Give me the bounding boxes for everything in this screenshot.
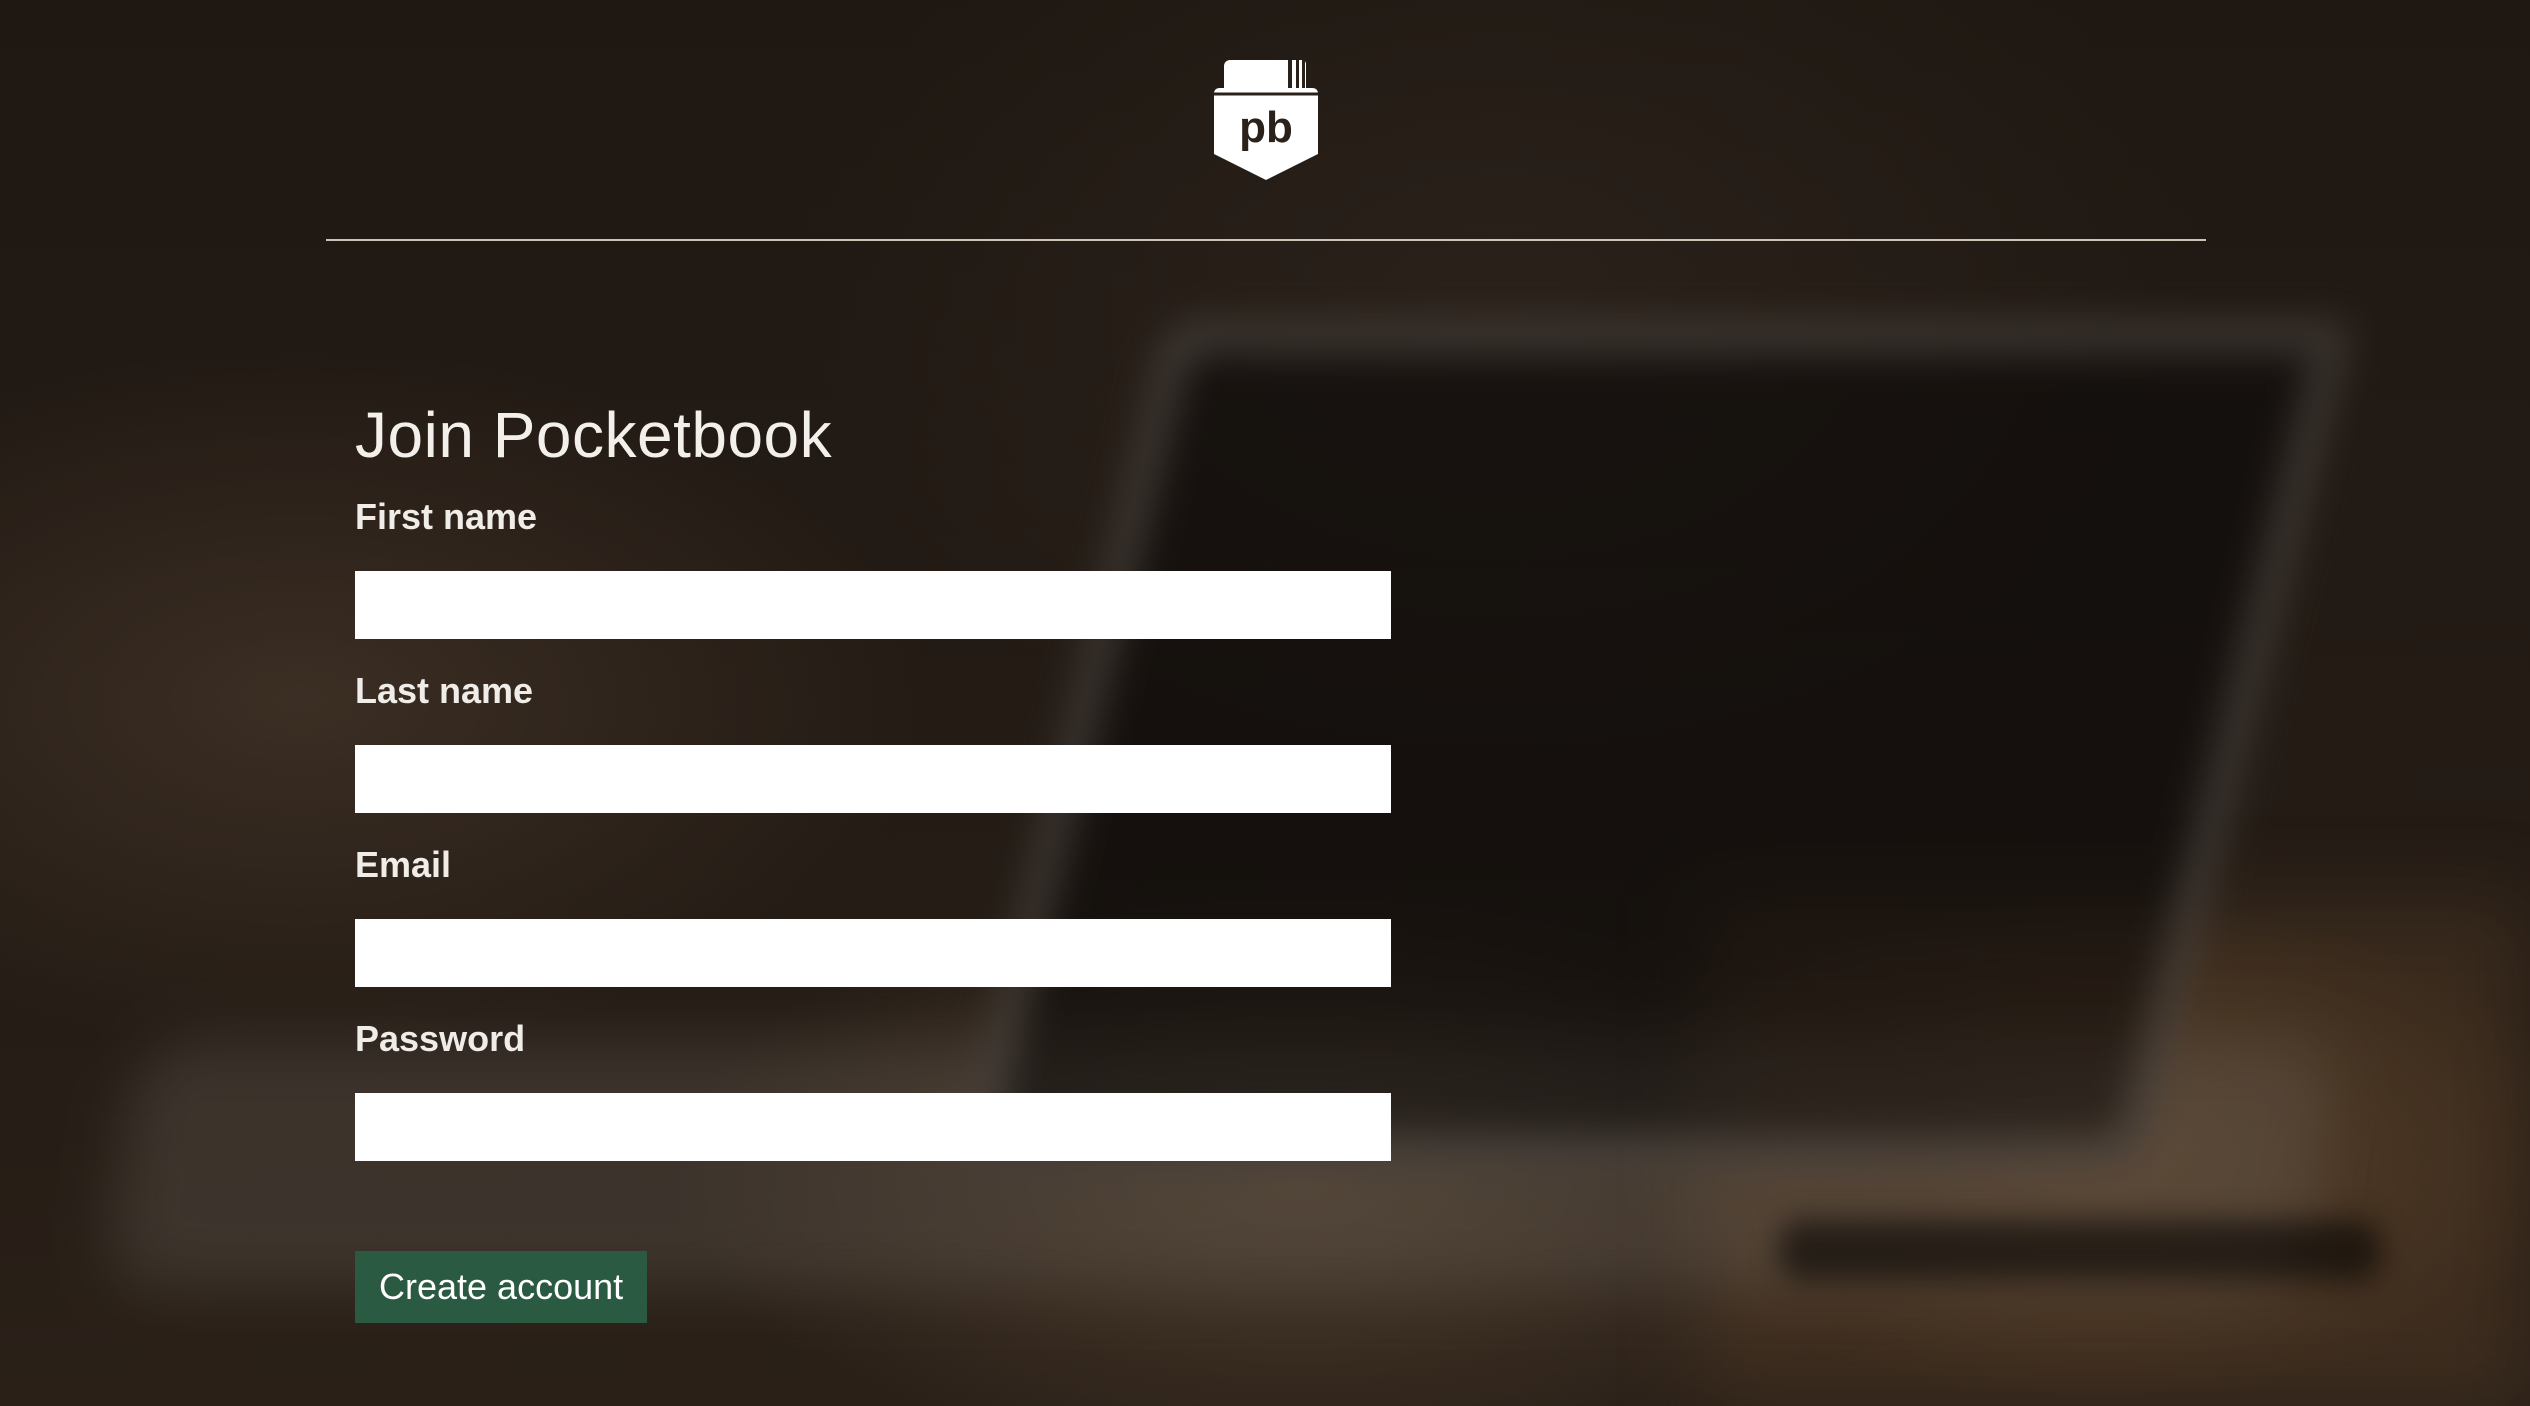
email-input[interactable]	[355, 919, 1391, 987]
header: pb	[0, 0, 2530, 242]
page-title: Join Pocketbook	[355, 399, 833, 471]
first-name-input[interactable]	[355, 571, 1391, 639]
email-label: Email	[355, 844, 452, 885]
pocketbook-logo-icon[interactable]: pb	[1212, 56, 1320, 184]
signup-page: pb Join Pocketbook First name Last name …	[0, 0, 2530, 1406]
signup-form: Join Pocketbook First name Last name Ema…	[355, 395, 1395, 1323]
background-keyboard	[1780, 1220, 2380, 1280]
last-name-input[interactable]	[355, 745, 1391, 813]
header-divider	[326, 239, 2206, 241]
last-name-label: Last name	[355, 670, 534, 711]
logo-text: pb	[1239, 103, 1293, 152]
password-input[interactable]	[355, 1093, 1391, 1161]
password-label: Password	[355, 1018, 526, 1059]
create-account-button[interactable]: Create account	[355, 1251, 648, 1323]
first-name-label: First name	[355, 496, 538, 537]
